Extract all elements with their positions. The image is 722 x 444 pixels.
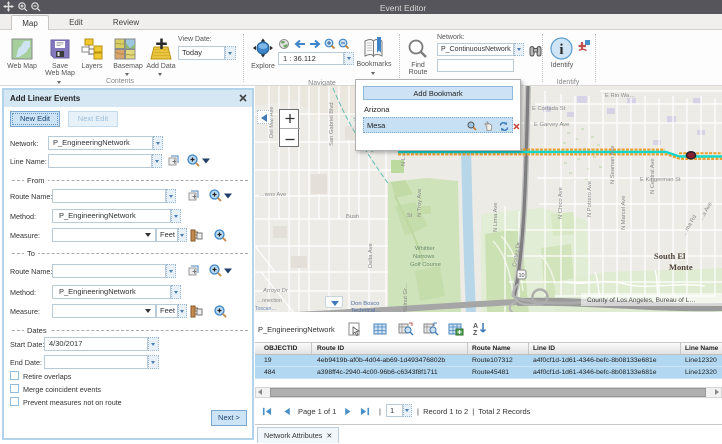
svg-text:N Troy Ave: N Troy Ave	[417, 189, 423, 217]
svg-text:N Lima Ave: N Lima Ave	[493, 202, 499, 232]
svg-text:E Kingerman St: E Kingerman St	[640, 177, 681, 183]
svg-text:…wos Ave: …wos Ave	[259, 192, 286, 198]
svg-text:E Cortada St: E Cortada St	[532, 106, 566, 112]
svg-text:South El: South El	[654, 251, 686, 261]
svg-text:Golf Course: Golf Course	[410, 262, 441, 268]
svg-text:N Chico Ave: N Chico Ave	[558, 187, 564, 219]
svg-text:Delta Ave: Delta Ave	[368, 243, 374, 268]
svg-text:Bush: Bush	[346, 214, 359, 220]
svg-text:Whittier: Whittier	[415, 246, 435, 252]
svg-text:N Seaman Ave: N Seaman Ave	[610, 145, 616, 184]
svg-text:Z: Z	[473, 330, 478, 336]
svg-text:Arroyo Dr: Arroyo Dr	[262, 288, 289, 294]
svg-text:St: St	[407, 213, 413, 219]
svg-text:Technical…: Technical…	[351, 308, 381, 312]
svg-text:N L…: N L…	[401, 151, 407, 166]
svg-text:A: A	[473, 323, 478, 330]
svg-text:i: i	[559, 42, 563, 58]
svg-text:N Marcel Ave: N Marcel Ave	[621, 196, 627, 230]
svg-text:San Gabriel Blvd: San Gabriel Blvd	[329, 103, 335, 147]
svg-text:Monte: Monte	[669, 262, 693, 272]
svg-text:…nnection: …nnection	[257, 298, 282, 304]
svg-text:N Central Ave: N Central Ave	[650, 158, 656, 194]
svg-text:E Garvey Ave: E Garvey Ave	[534, 122, 569, 128]
svg-text:10: 10	[518, 273, 524, 279]
svg-text:Don Bosco: Don Bosco	[351, 301, 379, 307]
svg-text:E Rio Wa…: E Rio Wa…	[605, 93, 635, 99]
svg-text:Narrows: Narrows	[413, 254, 435, 260]
svg-text:N Potrero Ave: N Potrero Ave	[587, 181, 593, 217]
svg-text:Walnut Gr…: Walnut Gr…	[403, 282, 409, 312]
svg-text:Toscan…: Toscan…	[255, 306, 277, 312]
svg-text:County of Los Angeles, Bureau: County of Los Angeles, Bureau of L…	[587, 297, 696, 304]
